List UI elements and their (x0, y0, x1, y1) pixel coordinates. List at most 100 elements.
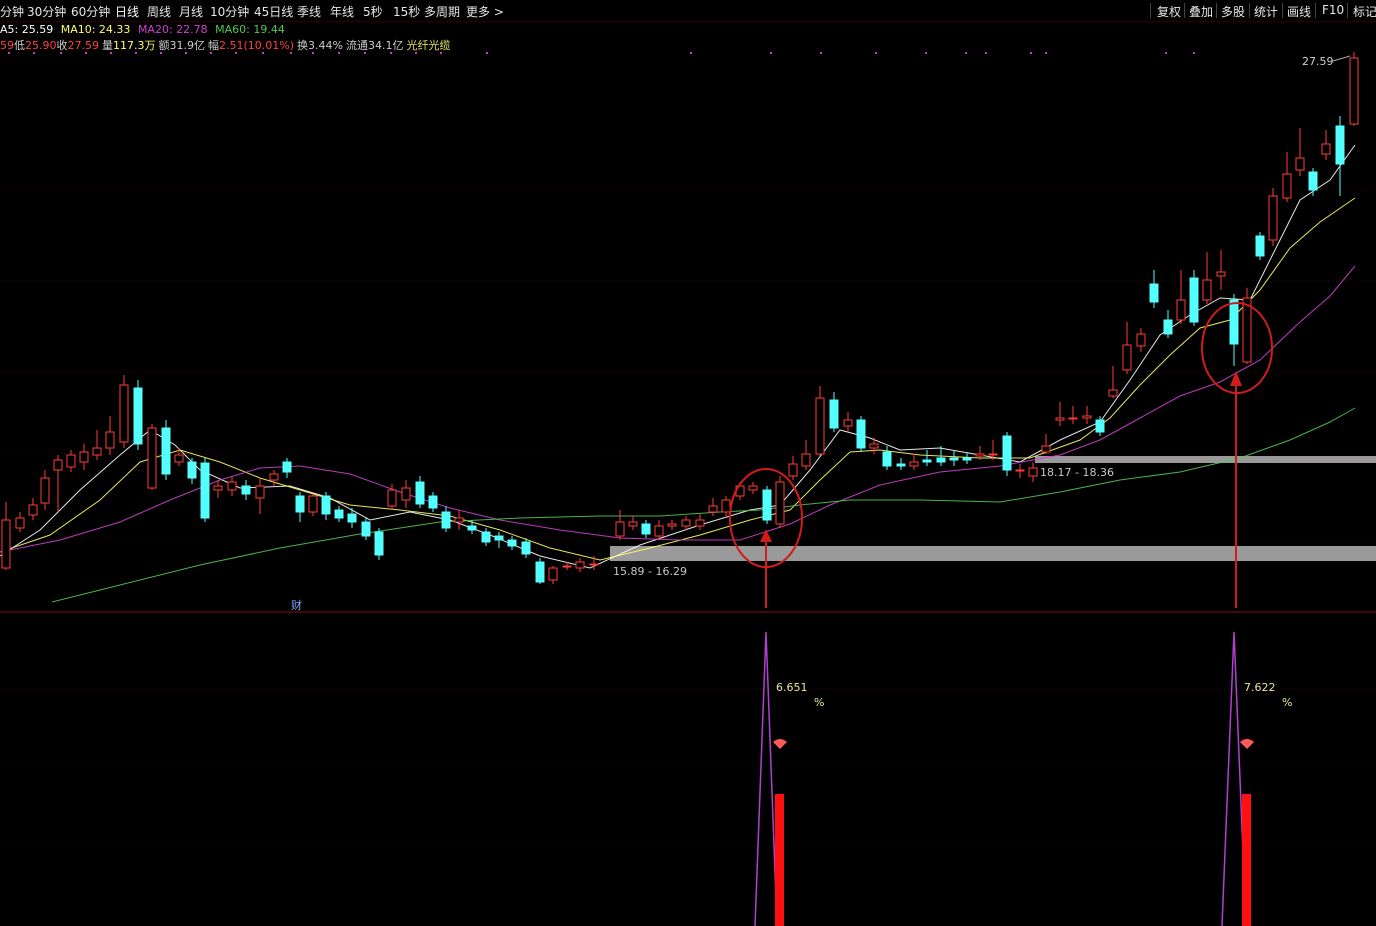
period-monthly[interactable]: 月线 (179, 3, 203, 20)
zone-2-label: 18.17 - 18.36 (1040, 466, 1114, 479)
candle-body (200, 462, 210, 519)
signal-dot (875, 52, 877, 54)
kline-chart[interactable]: 15.89 - 16.29 18.17 - 18.36 27.59 财 6.65… (0, 0, 1376, 926)
candle-body (28, 504, 38, 516)
candle-body (269, 473, 279, 481)
statistics-button[interactable]: 统计 (1254, 3, 1278, 20)
support-zone-1 (610, 546, 1376, 561)
period-10min[interactable]: 10分钟 (210, 3, 249, 20)
quote-amount: 31.9亿 (169, 39, 206, 52)
period-yearly[interactable]: 年线 (330, 3, 354, 20)
candle-body (187, 461, 197, 479)
candle-body (374, 531, 384, 556)
candle-body (788, 463, 798, 477)
candle-body (1122, 344, 1132, 371)
period-45day[interactable]: 45日线 (254, 3, 293, 20)
signal-dot (8, 52, 10, 54)
candle-body (1108, 389, 1118, 397)
candle-body (521, 541, 531, 555)
candle-body (975, 453, 985, 457)
ma60-value: MA60: 19.44 (215, 23, 285, 36)
candle-body (227, 481, 237, 491)
candle-body (387, 489, 397, 507)
candle-body (869, 443, 879, 449)
period-daily[interactable]: 日线 (115, 3, 139, 20)
candle-body (1068, 417, 1078, 420)
indicator-value-1: 6.651 (776, 681, 808, 694)
candle-body (1082, 415, 1092, 419)
candle-body (1055, 417, 1065, 421)
period-quarterly[interactable]: 季线 (297, 3, 321, 20)
candle-body (988, 453, 998, 456)
candle-body (575, 561, 585, 569)
candle-body (105, 431, 115, 449)
candle-body (1349, 57, 1359, 125)
candle-body (361, 521, 371, 537)
signal-dot (85, 52, 87, 54)
support-zone-2 (1035, 456, 1376, 463)
candle-body (949, 457, 959, 461)
signal-dot (33, 52, 35, 54)
candle-body (1229, 299, 1239, 345)
candle-body (1242, 297, 1252, 363)
signal-dot (110, 52, 112, 54)
indicator-unit-2: % (1282, 696, 1292, 709)
zone-1-label: 15.89 - 16.29 (613, 565, 687, 578)
candle-body (415, 481, 425, 505)
candle-body (92, 447, 102, 456)
candle-body (1028, 467, 1038, 477)
ma10-value: MA10: 24.33 (60, 23, 131, 36)
candle-body (695, 519, 705, 527)
candle-body (481, 531, 491, 543)
period-60min[interactable]: 60分钟 (71, 3, 110, 20)
candle-body (962, 457, 972, 461)
signal-dot (1045, 52, 1047, 54)
candle-body (667, 523, 677, 527)
draw-line-button[interactable]: 画线 (1287, 3, 1311, 20)
quote-float-label: 流通 (345, 39, 368, 52)
f10-button[interactable]: F10 (1322, 3, 1344, 17)
candle-body (721, 499, 731, 513)
quote-low-label: 低 (14, 39, 25, 52)
candle-body (334, 509, 344, 519)
candle-body (255, 485, 265, 499)
period-multi[interactable]: 多周期 (424, 3, 460, 20)
candle-body (1255, 235, 1265, 257)
candle-body (748, 485, 758, 491)
overlay-button[interactable]: 叠加 (1189, 3, 1213, 20)
signal-dot (312, 52, 314, 54)
candle-body (1015, 469, 1025, 472)
multi-stock-button[interactable]: 多股 (1221, 3, 1245, 20)
candle-body (829, 399, 839, 429)
candle-body (282, 461, 292, 473)
candle-body (1202, 279, 1212, 301)
candle-body (401, 487, 411, 501)
candle-body (1335, 125, 1345, 165)
candle-body (535, 561, 545, 583)
latest-price-label: 27.59 (1302, 55, 1334, 68)
quote-info: 59低25.90收27.59 量117.3万 额31.9亿 幅2.51(10.01%)… (0, 37, 450, 52)
period-more[interactable]: 更多 > (466, 3, 504, 20)
candle-body (1295, 157, 1305, 171)
restore-rights-button[interactable]: 复权 (1157, 3, 1181, 20)
period-15s[interactable]: 15秒 (393, 3, 420, 20)
candle-body (347, 513, 357, 523)
tool-separator (1249, 3, 1250, 18)
period-30min[interactable]: 30分钟 (27, 3, 66, 20)
period-minute[interactable]: 分钟 (0, 3, 24, 20)
signal-dot (486, 52, 488, 54)
candle-body (441, 511, 451, 529)
candle-body (1041, 445, 1051, 453)
period-toolbar: 分钟 30分钟 60分钟 日线 周线 月线 10分钟 45日线 季线 年线 5秒… (0, 0, 1376, 22)
signal-dot (135, 52, 137, 54)
candle-body (628, 521, 638, 527)
ma5-value: A5: 25.59 (0, 23, 54, 36)
tool-separator (1150, 3, 1151, 18)
signal-dot (925, 52, 927, 54)
candle-body (1149, 283, 1159, 303)
candle-body (762, 489, 772, 521)
period-weekly[interactable]: 周线 (147, 3, 171, 20)
period-5s[interactable]: 5秒 (363, 3, 383, 20)
mark-button[interactable]: 标记 (1353, 3, 1376, 20)
candle-body (654, 525, 664, 537)
